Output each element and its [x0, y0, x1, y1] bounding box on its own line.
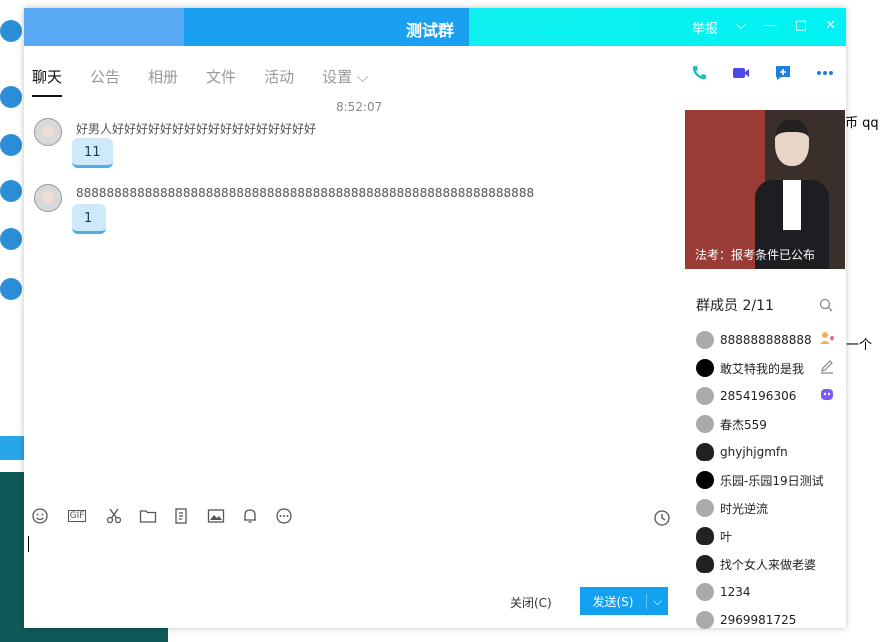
member-name: 敢艾特我的是我 — [720, 361, 805, 376]
message-item: 好男人好好好好好好好好好好好好好好好好好 11 — [34, 118, 316, 168]
member-name: 找个女人来做老婆 — [720, 557, 817, 572]
report-button[interactable]: 举报 — [692, 18, 718, 37]
owner-badge-icon — [819, 330, 835, 346]
member-item[interactable]: 找个女人来做老婆 — [696, 552, 846, 576]
tab-files[interactable]: 文件 — [206, 66, 236, 97]
edit-icon[interactable] — [819, 358, 835, 374]
message-item: 8888888888888888888888888888888888888888… — [34, 184, 534, 234]
avatar[interactable] — [34, 118, 62, 146]
gif-label: GIF — [67, 510, 87, 522]
message-sender: 8888888888888888888888888888888888888888… — [76, 186, 535, 200]
bg-avatar — [0, 134, 22, 156]
tab-settings[interactable]: 设置 ⌵ — [322, 66, 368, 97]
more-icon[interactable] — [816, 64, 834, 82]
tab-announcement[interactable]: 公告 — [90, 66, 120, 97]
member-name: 叶 — [720, 529, 733, 544]
phone-icon[interactable] — [690, 64, 708, 82]
message-sender: 好男人好好好好好好好好好好好好好好好好好 — [76, 122, 317, 136]
tab-bar: 聊天 公告 相册 文件 活动 设置 ⌵ — [32, 66, 368, 97]
image-icon[interactable] — [206, 506, 226, 526]
send-options-button[interactable]: ⌵ — [646, 593, 668, 609]
document-icon[interactable] — [172, 506, 192, 526]
ad-caption: 法考：报考条件已公布 — [695, 248, 816, 262]
input-toolbar: GIF — [30, 506, 294, 526]
avatar[interactable] — [34, 184, 62, 212]
member-name: 1234 — [720, 585, 751, 599]
tab-album[interactable]: 相册 — [148, 66, 178, 97]
member-name: 2854196306 — [720, 389, 797, 403]
background-bar — [0, 436, 24, 460]
maximize-button[interactable]: □ — [795, 18, 807, 37]
member-item[interactable]: 2969981725 — [696, 608, 846, 632]
member-item[interactable]: 春杰559 — [696, 412, 846, 436]
member-item[interactable]: 叶 — [696, 524, 846, 548]
avatar — [696, 387, 714, 405]
send-button-group: 发送(S) ⌵ — [580, 587, 668, 615]
member-name: 乐园-乐园19日测试 — [720, 473, 824, 488]
members-header: 群成员 2/11 — [696, 298, 774, 314]
avatar — [696, 499, 714, 517]
chevron-down-icon[interactable]: ⌵ — [736, 18, 746, 37]
member-name: 2969981725 — [720, 613, 797, 627]
member-name: 时光逆流 — [720, 501, 769, 516]
history-clock-icon[interactable] — [652, 508, 672, 528]
scissors-icon[interactable] — [104, 506, 124, 526]
text-cursor — [28, 536, 29, 552]
avatar — [696, 555, 714, 573]
message-bubble[interactable]: 1 — [72, 204, 106, 234]
avatar — [696, 471, 714, 489]
emoji-icon[interactable] — [30, 506, 50, 526]
more-circle-icon[interactable] — [274, 506, 294, 526]
gif-icon[interactable]: GIF — [64, 506, 90, 526]
add-comment-icon[interactable] — [774, 64, 792, 82]
title-bar[interactable]: 测试群 举报 ⌵ — □ ✕ — [24, 8, 846, 46]
search-icon[interactable] — [819, 297, 833, 316]
avatar — [696, 611, 714, 629]
folder-icon[interactable] — [138, 506, 158, 526]
avatar — [696, 527, 714, 545]
message-area: 8:52:07 好男人好好好好好好好好好好好好好好好好好 11 88888888… — [24, 98, 684, 498]
bg-avatar — [0, 86, 22, 108]
avatar — [696, 331, 714, 349]
tab-activity[interactable]: 活动 — [264, 66, 294, 97]
tab-chat[interactable]: 聊天 — [32, 66, 63, 97]
outside-text-1: 币 qq — [845, 116, 879, 131]
close-window-button[interactable]: ✕ — [825, 18, 836, 37]
avatar — [696, 583, 714, 601]
bg-avatar — [0, 278, 22, 300]
member-item[interactable]: 1234 — [696, 580, 846, 604]
bg-avatar — [0, 180, 22, 202]
member-name: ghyjhjgmfn — [720, 445, 788, 459]
close-button[interactable]: 关闭(C) — [510, 594, 552, 611]
ad-banner[interactable]: 法考：报考条件已公布 — [685, 110, 845, 269]
avatar — [696, 443, 714, 461]
member-name: 888888888888 — [720, 333, 812, 347]
avatar — [696, 359, 714, 377]
window-title: 测试群 — [406, 21, 455, 40]
message-timestamp: 8:52:07 — [336, 100, 383, 114]
group-chat-window: 测试群 举报 ⌵ — □ ✕ 聊天 公告 相册 文件 活动 设置 ⌵ 8:52:… — [24, 8, 846, 629]
member-item[interactable]: ghyjhjgmfn — [696, 440, 846, 464]
outside-text-2: 一个 — [846, 338, 873, 353]
video-call-icon[interactable] — [732, 64, 750, 82]
bg-avatar — [0, 228, 22, 250]
bell-icon[interactable] — [240, 506, 260, 526]
bot-badge-icon — [819, 386, 835, 402]
send-button[interactable]: 发送(S) — [580, 593, 646, 610]
avatar — [696, 415, 714, 433]
message-bubble[interactable]: 11 — [72, 138, 113, 168]
minimize-button[interactable]: — — [764, 18, 777, 37]
bg-avatar — [0, 20, 22, 42]
message-input[interactable] — [26, 534, 674, 584]
member-item[interactable]: 乐园-乐园19日测试 — [696, 468, 846, 492]
member-item[interactable]: 时光逆流 — [696, 496, 846, 520]
member-name: 春杰559 — [720, 417, 767, 432]
